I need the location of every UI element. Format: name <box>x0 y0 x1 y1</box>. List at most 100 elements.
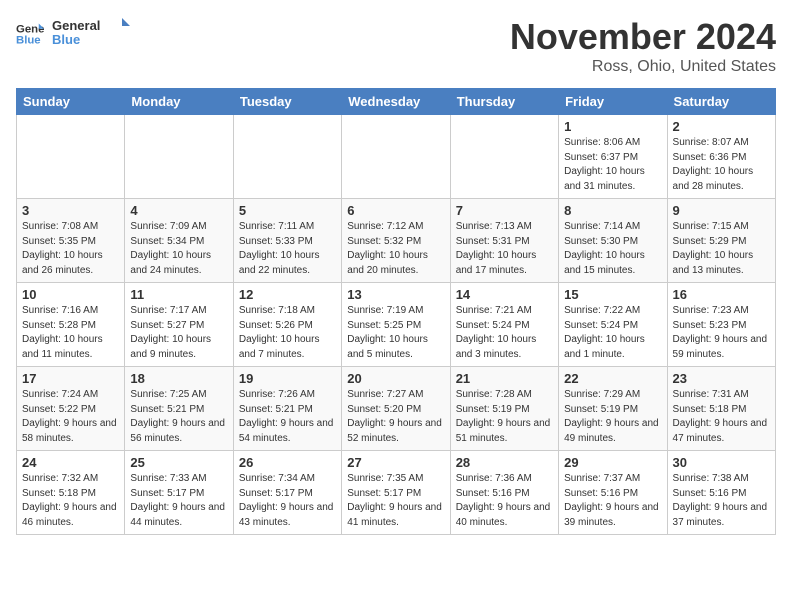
day-number: 3 <box>22 203 119 218</box>
calendar-cell: 12 Sunrise: 7:18 AM Sunset: 5:26 PM Dayli… <box>233 283 341 367</box>
day-number: 19 <box>239 371 336 386</box>
day-info: Sunrise: 7:16 AM Sunset: 5:28 PM Dayligh… <box>22 304 119 362</box>
day-info: Sunrise: 7:35 AM Sunset: 5:17 PM Dayligh… <box>347 472 444 530</box>
day-info: Sunrise: 7:24 AM Sunset: 5:22 PM Dayligh… <box>22 388 119 446</box>
day-number: 25 <box>130 455 227 470</box>
calendar-week-5: 24 Sunrise: 7:32 AM Sunset: 5:18 PM Dayli… <box>17 451 776 535</box>
day-number: 13 <box>347 287 444 302</box>
calendar-cell <box>233 115 341 199</box>
day-number: 17 <box>22 371 119 386</box>
day-number: 1 <box>564 119 661 134</box>
day-number: 15 <box>564 287 661 302</box>
logo-svg: General Blue <box>52 16 132 52</box>
calendar-cell: 14 Sunrise: 7:21 AM Sunset: 5:24 PM Dayli… <box>450 283 558 367</box>
calendar-cell: 5 Sunrise: 7:11 AM Sunset: 5:33 PM Daylig… <box>233 199 341 283</box>
day-info: Sunrise: 7:29 AM Sunset: 5:19 PM Dayligh… <box>564 388 661 446</box>
calendar-cell: 9Sunrise: 7:15 AM Sunset: 5:29 PM Daylig… <box>667 199 775 283</box>
day-info: Sunrise: 7:31 AM Sunset: 5:18 PM Dayligh… <box>673 388 770 446</box>
day-number: 10 <box>22 287 119 302</box>
page-header: General Blue General Blue November 2024 … <box>16 16 776 76</box>
calendar-week-3: 10 Sunrise: 7:16 AM Sunset: 5:28 PM Dayli… <box>17 283 776 367</box>
svg-text:Blue: Blue <box>16 35 41 47</box>
svg-text:Blue: Blue <box>52 32 80 47</box>
day-number: 14 <box>456 287 553 302</box>
day-info: Sunrise: 7:32 AM Sunset: 5:18 PM Dayligh… <box>22 472 119 530</box>
calendar-cell: 11 Sunrise: 7:17 AM Sunset: 5:27 PM Dayli… <box>125 283 233 367</box>
day-info: Sunrise: 7:14 AM Sunset: 5:30 PM Dayligh… <box>564 220 661 278</box>
day-info: Sunrise: 7:18 AM Sunset: 5:26 PM Dayligh… <box>239 304 336 362</box>
calendar-cell <box>342 115 450 199</box>
calendar-cell: 4 Sunrise: 7:09 AM Sunset: 5:34 PM Daylig… <box>125 199 233 283</box>
day-number: 5 <box>239 203 336 218</box>
weekday-header-thursday: Thursday <box>450 89 558 115</box>
day-info: Sunrise: 7:09 AM Sunset: 5:34 PM Dayligh… <box>130 220 227 278</box>
day-number: 6 <box>347 203 444 218</box>
svg-text:General: General <box>52 18 100 33</box>
day-number: 7 <box>456 203 553 218</box>
calendar-cell: 27 Sunrise: 7:35 AM Sunset: 5:17 PM Dayli… <box>342 451 450 535</box>
day-info: Sunrise: 7:33 AM Sunset: 5:17 PM Dayligh… <box>130 472 227 530</box>
calendar-cell: 22 Sunrise: 7:29 AM Sunset: 5:19 PM Dayli… <box>559 367 667 451</box>
calendar-week-2: 3 Sunrise: 7:08 AM Sunset: 5:35 PM Daylig… <box>17 199 776 283</box>
location: Ross, Ohio, United States <box>510 58 776 76</box>
day-number: 30 <box>673 455 770 470</box>
calendar-cell: 7 Sunrise: 7:13 AM Sunset: 5:31 PM Daylig… <box>450 199 558 283</box>
calendar-cell: 1 Sunrise: 8:06 AM Sunset: 6:37 PM Daylig… <box>559 115 667 199</box>
weekday-header-tuesday: Tuesday <box>233 89 341 115</box>
day-info: Sunrise: 7:19 AM Sunset: 5:25 PM Dayligh… <box>347 304 444 362</box>
day-info: Sunrise: 7:22 AM Sunset: 5:24 PM Dayligh… <box>564 304 661 362</box>
day-info: Sunrise: 7:11 AM Sunset: 5:33 PM Dayligh… <box>239 220 336 278</box>
day-number: 29 <box>564 455 661 470</box>
day-info: Sunrise: 8:06 AM Sunset: 6:37 PM Dayligh… <box>564 136 661 194</box>
day-info: Sunrise: 7:34 AM Sunset: 5:17 PM Dayligh… <box>239 472 336 530</box>
weekday-header-row: SundayMondayTuesdayWednesdayThursdayFrid… <box>17 89 776 115</box>
day-number: 20 <box>347 371 444 386</box>
day-info: Sunrise: 7:08 AM Sunset: 5:35 PM Dayligh… <box>22 220 119 278</box>
calendar-cell: 13 Sunrise: 7:19 AM Sunset: 5:25 PM Dayli… <box>342 283 450 367</box>
day-info: Sunrise: 7:26 AM Sunset: 5:21 PM Dayligh… <box>239 388 336 446</box>
day-info: Sunrise: 8:07 AM Sunset: 6:36 PM Dayligh… <box>673 136 770 194</box>
day-number: 11 <box>130 287 227 302</box>
calendar-cell: 17 Sunrise: 7:24 AM Sunset: 5:22 PM Dayli… <box>17 367 125 451</box>
calendar-cell: 3 Sunrise: 7:08 AM Sunset: 5:35 PM Daylig… <box>17 199 125 283</box>
day-number: 24 <box>22 455 119 470</box>
weekday-header-sunday: Sunday <box>17 89 125 115</box>
calendar-cell: 20Sunrise: 7:27 AM Sunset: 5:20 PM Dayli… <box>342 367 450 451</box>
day-info: Sunrise: 7:13 AM Sunset: 5:31 PM Dayligh… <box>456 220 553 278</box>
month-title: November 2024 <box>510 16 776 58</box>
weekday-header-monday: Monday <box>125 89 233 115</box>
calendar-cell: 6 Sunrise: 7:12 AM Sunset: 5:32 PM Daylig… <box>342 199 450 283</box>
calendar-cell: 15 Sunrise: 7:22 AM Sunset: 5:24 PM Dayli… <box>559 283 667 367</box>
day-number: 26 <box>239 455 336 470</box>
day-number: 2 <box>673 119 770 134</box>
day-info: Sunrise: 7:17 AM Sunset: 5:27 PM Dayligh… <box>130 304 227 362</box>
day-info: Sunrise: 7:15 AM Sunset: 5:29 PM Dayligh… <box>673 220 770 278</box>
title-block: November 2024 Ross, Ohio, United States <box>510 16 776 76</box>
day-info: Sunrise: 7:38 AM Sunset: 5:16 PM Dayligh… <box>673 472 770 530</box>
day-info: Sunrise: 7:21 AM Sunset: 5:24 PM Dayligh… <box>456 304 553 362</box>
calendar-table: SundayMondayTuesdayWednesdayThursdayFrid… <box>16 88 776 535</box>
day-number: 18 <box>130 371 227 386</box>
day-number: 4 <box>130 203 227 218</box>
day-number: 28 <box>456 455 553 470</box>
calendar-cell: 18 Sunrise: 7:25 AM Sunset: 5:21 PM Dayli… <box>125 367 233 451</box>
calendar-cell <box>125 115 233 199</box>
day-number: 27 <box>347 455 444 470</box>
day-info: Sunrise: 7:25 AM Sunset: 5:21 PM Dayligh… <box>130 388 227 446</box>
calendar-week-1: 1 Sunrise: 8:06 AM Sunset: 6:37 PM Daylig… <box>17 115 776 199</box>
calendar-cell: 8Sunrise: 7:14 AM Sunset: 5:30 PM Daylig… <box>559 199 667 283</box>
day-number: 22 <box>564 371 661 386</box>
day-info: Sunrise: 7:12 AM Sunset: 5:32 PM Dayligh… <box>347 220 444 278</box>
calendar-cell: 30 Sunrise: 7:38 AM Sunset: 5:16 PM Dayli… <box>667 451 775 535</box>
calendar-cell <box>450 115 558 199</box>
calendar-cell: 10 Sunrise: 7:16 AM Sunset: 5:28 PM Dayli… <box>17 283 125 367</box>
calendar-cell <box>17 115 125 199</box>
day-number: 12 <box>239 287 336 302</box>
day-number: 23 <box>673 371 770 386</box>
calendar-cell: 28 Sunrise: 7:36 AM Sunset: 5:16 PM Dayli… <box>450 451 558 535</box>
weekday-header-friday: Friday <box>559 89 667 115</box>
weekday-header-wednesday: Wednesday <box>342 89 450 115</box>
day-info: Sunrise: 7:23 AM Sunset: 5:23 PM Dayligh… <box>673 304 770 362</box>
calendar-cell: 2 Sunrise: 8:07 AM Sunset: 6:36 PM Daylig… <box>667 115 775 199</box>
day-info: Sunrise: 7:36 AM Sunset: 5:16 PM Dayligh… <box>456 472 553 530</box>
